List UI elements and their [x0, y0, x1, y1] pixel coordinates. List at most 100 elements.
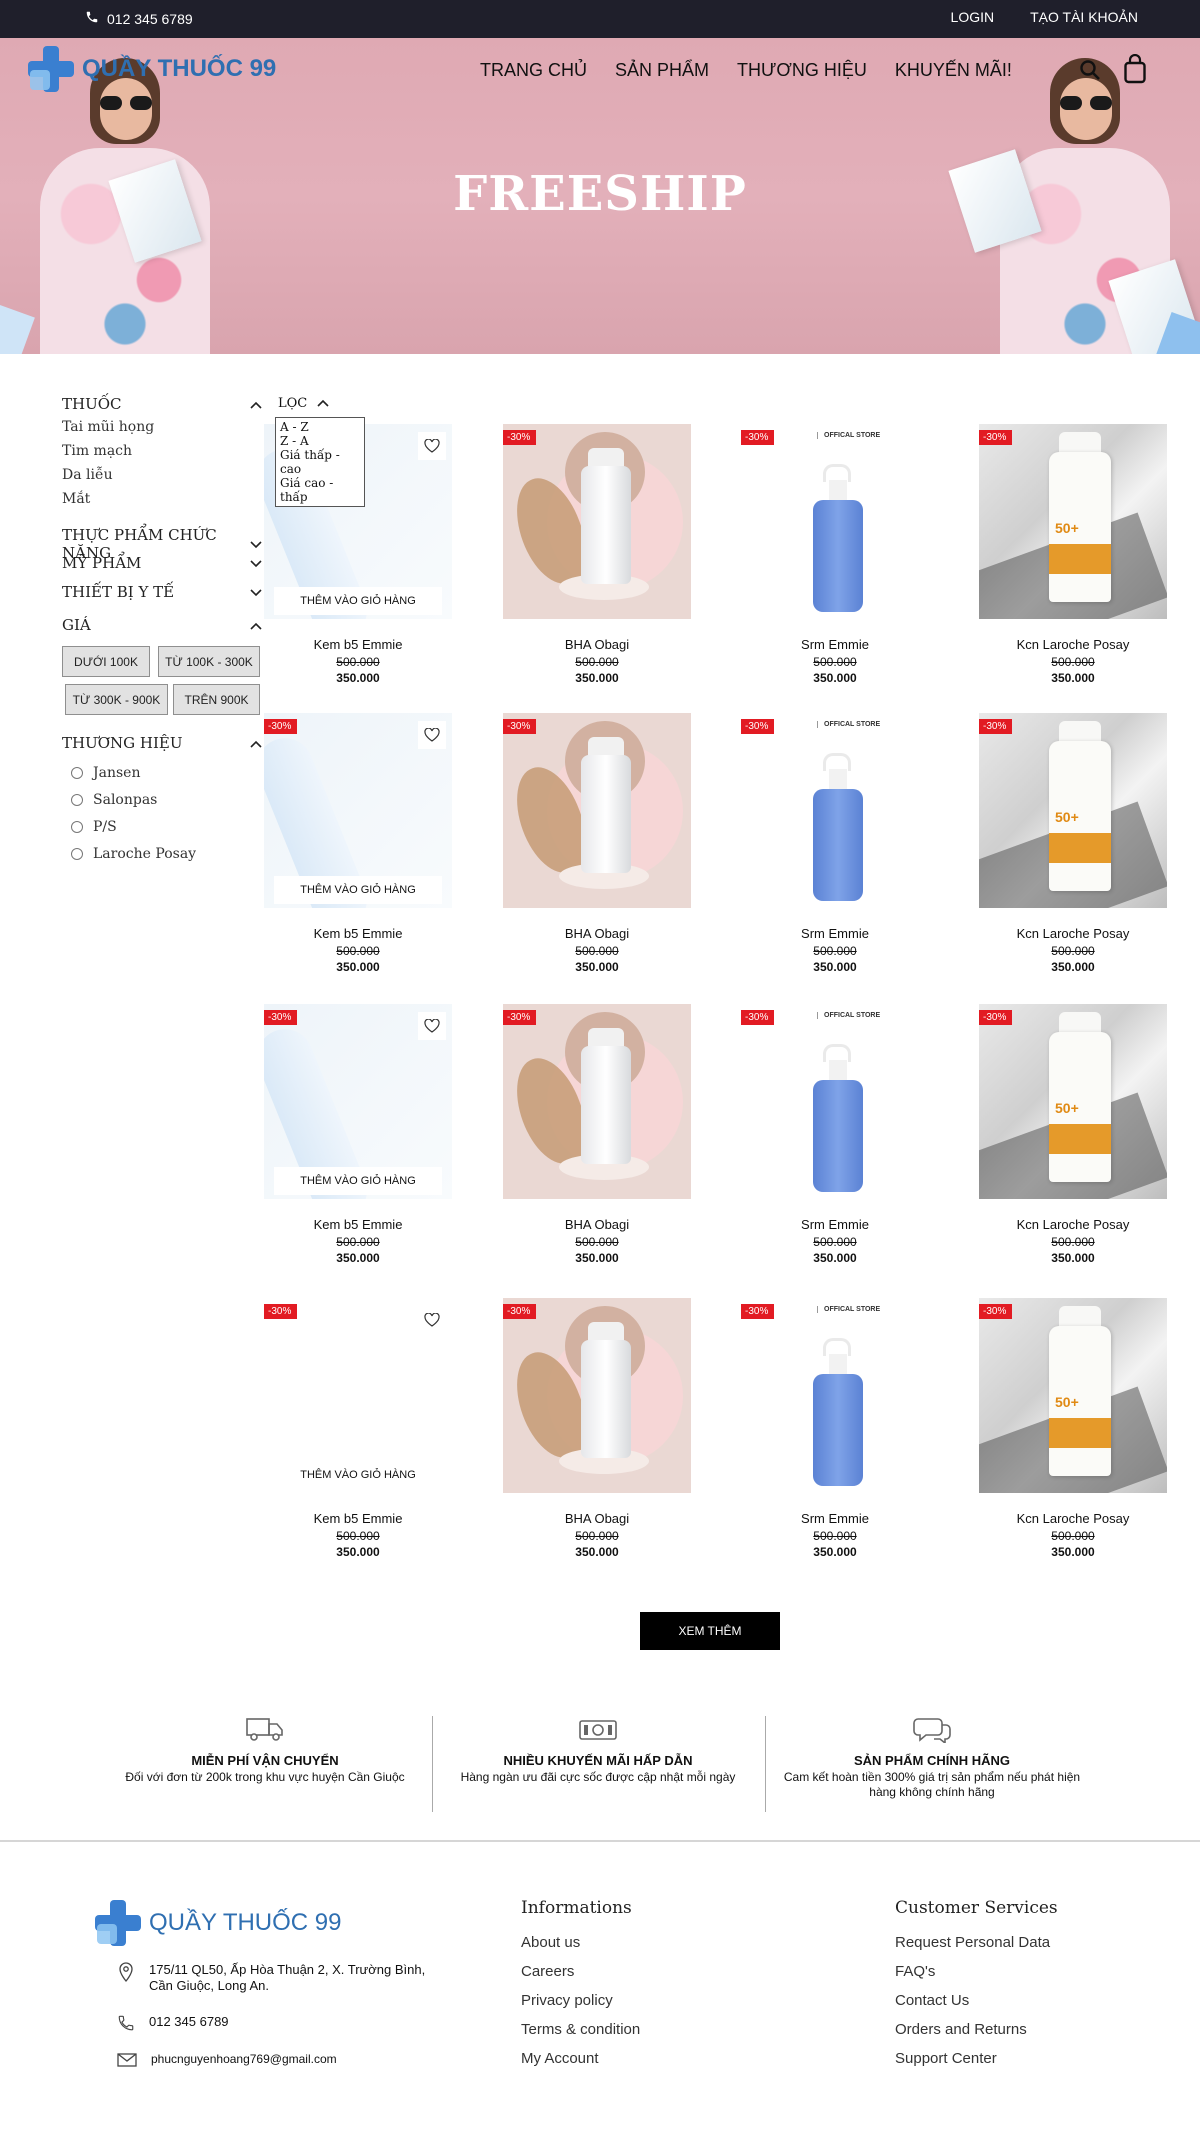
filter-brand[interactable]: THƯƠNG HIỆU: [62, 734, 262, 752]
sort-option-a-z[interactable]: A - Z: [280, 420, 360, 434]
brand-option-jansen[interactable]: Jansen: [71, 765, 140, 781]
subcategory-eye[interactable]: Mắt: [62, 491, 90, 507]
brand-option-salonpas[interactable]: Salonpas: [71, 792, 157, 808]
product-name[interactable]: Kem b5 Emmie: [248, 637, 468, 652]
product-image[interactable]: OFFICAL STORE -30%: [741, 1298, 929, 1493]
product-name[interactable]: Kcn Laroche Posay: [963, 637, 1183, 652]
subcategory-cardio[interactable]: Tim mạch: [62, 443, 132, 459]
product-card[interactable]: -30% THÊM VÀO GIỎ HÀNG Kem b5 Emmie 500.000…: [248, 1004, 468, 1284]
add-to-cart-button[interactable]: THÊM VÀO GIỎ HÀNG: [274, 1167, 442, 1195]
radio-button[interactable]: [71, 794, 83, 806]
product-name[interactable]: Kcn Laroche Posay: [963, 1511, 1183, 1526]
filter-price[interactable]: GIÁ: [62, 616, 262, 634]
product-card[interactable]: -30% BHA Obagi 500.000 350.000: [487, 424, 707, 704]
subcategory-derma[interactable]: Da liễu: [62, 467, 113, 483]
product-card[interactable]: OFFICAL STORE -30% Srm Emmie 500.000 350.000: [725, 1004, 945, 1284]
product-name[interactable]: BHA Obagi: [487, 1511, 707, 1526]
sort-option-price-desc[interactable]: Giá cao - thấp: [280, 476, 360, 504]
site-logo[interactable]: QUẦY THUỐC 99: [28, 46, 276, 92]
footer-link-terms[interactable]: Terms & condition: [521, 2021, 640, 2038]
product-card[interactable]: OFFICAL STORE -30% Srm Emmie 500.000 350.000: [725, 424, 945, 704]
footer-link-about[interactable]: About us: [521, 1934, 640, 1951]
product-image[interactable]: -30%: [503, 713, 691, 908]
radio-button[interactable]: [71, 767, 83, 779]
product-name[interactable]: Kcn Laroche Posay: [963, 926, 1183, 941]
radio-button[interactable]: [71, 821, 83, 833]
category-thuoc[interactable]: THUỐC: [62, 395, 262, 413]
brand-option-ps[interactable]: P/S: [71, 819, 117, 835]
load-more-button[interactable]: XEM THÊM: [640, 1612, 780, 1650]
nav-home[interactable]: TRANG CHỦ: [480, 60, 587, 81]
login-link[interactable]: LOGIN: [951, 9, 995, 25]
product-name[interactable]: Kcn Laroche Posay: [963, 1217, 1183, 1232]
footer-link-contact[interactable]: Contact Us: [895, 1992, 1058, 2009]
product-name[interactable]: Srm Emmie: [725, 926, 945, 941]
nav-products[interactable]: SẢN PHẨM: [615, 60, 709, 81]
footer-link-support[interactable]: Support Center: [895, 2050, 1058, 2067]
product-image[interactable]: 50+ -30%: [979, 424, 1167, 619]
product-image[interactable]: OFFICAL STORE -30%: [741, 713, 929, 908]
product-image[interactable]: -30% THÊM VÀO GIỎ HÀNG: [264, 1004, 452, 1199]
product-card[interactable]: -30% BHA Obagi 500.000 350.000: [487, 1298, 707, 1578]
footer-link-careers[interactable]: Careers: [521, 1963, 640, 1980]
product-image[interactable]: OFFICAL STORE -30%: [741, 424, 929, 619]
footer-email-text[interactable]: phucnguyenhoang769@gmail.com: [151, 2052, 337, 2066]
add-to-cart-button[interactable]: THÊM VÀO GIỎ HÀNG: [274, 876, 442, 904]
shopping-bag-icon[interactable]: [1123, 53, 1147, 89]
product-image[interactable]: -30% THÊM VÀO GIỎ HÀNG: [264, 1298, 452, 1493]
product-card[interactable]: OFFICAL STORE -30% Srm Emmie 500.000 350.000: [725, 713, 945, 993]
price-over-900k-button[interactable]: TRÊN 900K: [173, 684, 260, 715]
product-image[interactable]: -30%: [503, 1298, 691, 1493]
footer-link-orders-returns[interactable]: Orders and Returns: [895, 2021, 1058, 2038]
footer-link-privacy[interactable]: Privacy policy: [521, 1992, 640, 2009]
product-card[interactable]: 50+ -30% Kcn Laroche Posay 500.000 350.000: [963, 713, 1183, 993]
footer-link-account[interactable]: My Account: [521, 2050, 640, 2067]
product-card[interactable]: -30% BHA Obagi 500.000 350.000: [487, 1004, 707, 1284]
product-name[interactable]: Kem b5 Emmie: [248, 1217, 468, 1232]
price-300k-900k-button[interactable]: TỪ 300K - 900K: [65, 684, 168, 715]
product-card[interactable]: -30% THÊM VÀO GIỎ HÀNG Kem b5 Emmie 500.000…: [248, 713, 468, 993]
register-link[interactable]: TẠO TÀI KHOẢN: [1030, 9, 1138, 25]
product-image[interactable]: -30% THÊM VÀO GIỎ HÀNG: [264, 713, 452, 908]
product-image[interactable]: 50+ -30%: [979, 713, 1167, 908]
radio-button[interactable]: [71, 848, 83, 860]
product-name[interactable]: Srm Emmie: [725, 637, 945, 652]
product-name[interactable]: BHA Obagi: [487, 1217, 707, 1232]
product-image[interactable]: -30%: [503, 424, 691, 619]
product-image[interactable]: 50+ -30%: [979, 1004, 1167, 1199]
add-to-cart-button[interactable]: THÊM VÀO GIỎ HÀNG: [274, 1461, 442, 1489]
product-image[interactable]: OFFICAL STORE -30%: [741, 1004, 929, 1199]
heart-icon[interactable]: [418, 721, 446, 749]
heart-icon[interactable]: [418, 1012, 446, 1040]
product-card[interactable]: -30% BHA Obagi 500.000 350.000: [487, 713, 707, 993]
product-name[interactable]: Kem b5 Emmie: [248, 926, 468, 941]
product-image[interactable]: -30%: [503, 1004, 691, 1199]
product-card[interactable]: -30% THÊM VÀO GIỎ HÀNG Kem b5 Emmie 500.000…: [248, 1298, 468, 1578]
product-card[interactable]: 50+ -30% Kcn Laroche Posay 500.000 350.000: [963, 1298, 1183, 1578]
nav-brands[interactable]: THƯƠNG HIỆU: [737, 60, 867, 81]
add-to-cart-button[interactable]: THÊM VÀO GIỎ HÀNG: [274, 587, 442, 615]
sort-option-z-a[interactable]: Z - A: [280, 434, 360, 448]
sort-option-price-asc[interactable]: Giá thấp - cao: [280, 448, 360, 476]
product-name[interactable]: Srm Emmie: [725, 1217, 945, 1232]
price-under-100k-button[interactable]: DƯỚI 100K: [62, 646, 150, 677]
product-name[interactable]: BHA Obagi: [487, 637, 707, 652]
heart-icon[interactable]: [418, 1306, 446, 1334]
price-100k-300k-button[interactable]: TỪ 100K - 300K: [158, 646, 260, 677]
footer-logo[interactable]: QUẦY THUỐC 99: [95, 1900, 342, 1946]
category-cosmetics[interactable]: MỸ PHẨM: [62, 554, 262, 572]
product-name[interactable]: Kem b5 Emmie: [248, 1511, 468, 1526]
product-card[interactable]: 50+ -30% Kcn Laroche Posay 500.000 350.000: [963, 424, 1183, 704]
search-icon[interactable]: [1078, 58, 1102, 87]
product-card[interactable]: OFFICAL STORE -30% Srm Emmie 500.000 350.000: [725, 1298, 945, 1578]
brand-option-laroche[interactable]: Laroche Posay: [71, 846, 196, 862]
subcategory-ent[interactable]: Tai mũi họng: [62, 419, 154, 435]
product-image[interactable]: 50+ -30%: [979, 1298, 1167, 1493]
heart-icon[interactable]: [418, 432, 446, 460]
footer-link-faq[interactable]: FAQ's: [895, 1963, 1058, 1980]
nav-promotions[interactable]: KHUYẾN MÃI!: [895, 60, 1012, 81]
product-name[interactable]: Srm Emmie: [725, 1511, 945, 1526]
sort-toggle[interactable]: LỌC: [278, 396, 329, 411]
product-name[interactable]: BHA Obagi: [487, 926, 707, 941]
footer-link-request-data[interactable]: Request Personal Data: [895, 1934, 1058, 1951]
